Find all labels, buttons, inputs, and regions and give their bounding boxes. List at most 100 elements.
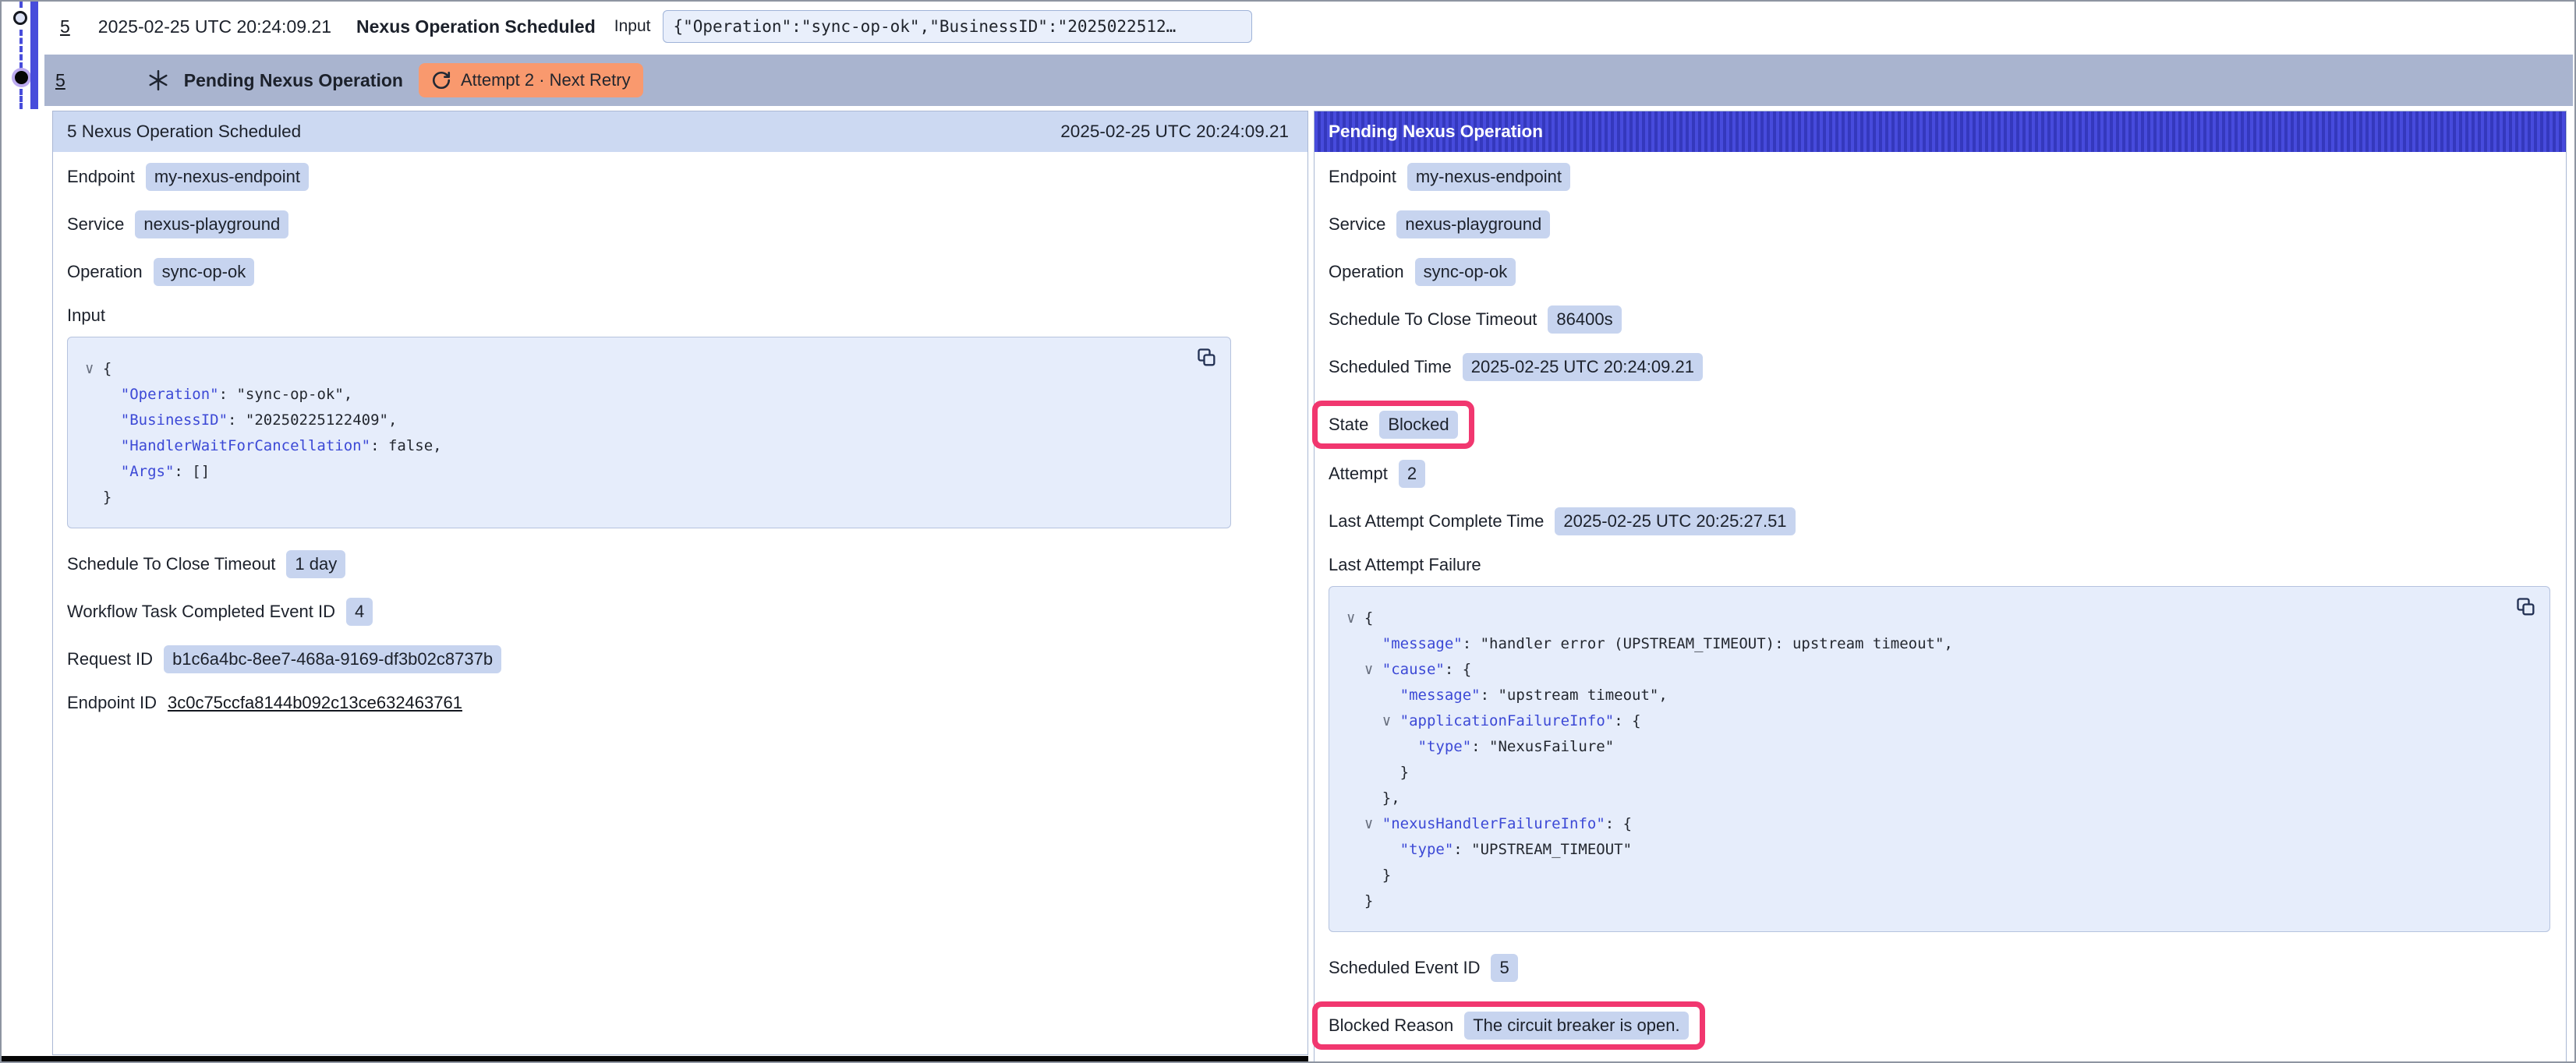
- code-line: }: [1346, 888, 2531, 914]
- collapse-caret-icon[interactable]: ∨: [85, 360, 94, 377]
- field-label: Endpoint: [1329, 167, 1396, 187]
- code-line: ∨ "cause": {: [1346, 657, 2531, 683]
- field-label: Scheduled Event ID: [1329, 958, 1480, 978]
- code-line: }: [1346, 760, 2531, 786]
- field-label: Blocked Reason: [1329, 1015, 1453, 1036]
- scheduled-panel-header: 5 Nexus Operation Scheduled 2025-02-25 U…: [53, 111, 1307, 152]
- failure-json-block: ∨ { "message": "handler error (UPSTREAM_…: [1329, 586, 2550, 932]
- event-row-scheduled[interactable]: 5 2025-02-25 UTC 20:24:09.21 Nexus Opera…: [44, 5, 2571, 48]
- field-label: Attempt: [1329, 464, 1388, 484]
- pending-operation-panel: Pending Nexus Operation Endpoint my-nexus…: [1314, 111, 2567, 1063]
- pending-asterisk-icon: [147, 69, 170, 92]
- code-line: "message": "upstream timeout",: [1346, 683, 2531, 708]
- field-label: Scheduled Time: [1329, 357, 1452, 377]
- code-line: ∨ "nexusHandlerFailureInfo": {: [1346, 811, 2531, 837]
- pending-operation-title: Pending Nexus Operation: [184, 70, 403, 91]
- field-label: Operation: [67, 262, 143, 282]
- field-row: Operation sync-op-ok: [1329, 258, 2550, 286]
- field-label: Service: [1329, 214, 1385, 235]
- code-line: "HandlerWaitForCancellation": false,: [85, 433, 1212, 459]
- viewport-bottom-edge: [2, 1056, 1308, 1062]
- annotation-highlight-box: State Blocked: [1312, 401, 1474, 449]
- field-row: Endpointmy-nexus-endpoint: [67, 163, 1292, 191]
- field-value-badge: 1 day: [286, 550, 345, 578]
- field-label: Service: [67, 214, 124, 235]
- field-label: Workflow Task Completed Event ID: [67, 602, 335, 622]
- retry-badge-label: Attempt 2 · Next Retry: [461, 70, 631, 90]
- event-id-link[interactable]: 5: [55, 70, 65, 91]
- field-value-badge: sync-op-ok: [154, 258, 255, 286]
- timeline-dash: [19, 89, 23, 109]
- field-value-badge: 86400s: [1548, 305, 1621, 334]
- field-row: Service nexus-playground: [1329, 210, 2550, 238]
- code-line: "Args": []: [85, 459, 1212, 485]
- field-label: Schedule To Close Timeout: [67, 554, 275, 574]
- field-value-badge: 2025-02-25 UTC 20:24:09.21: [1463, 353, 1703, 381]
- event-id-link[interactable]: 5: [60, 16, 70, 37]
- field-value-badge: Blocked: [1379, 411, 1457, 439]
- pending-panel-title: Pending Nexus Operation: [1329, 122, 1543, 142]
- field-row: Scheduled Event ID 5: [1329, 954, 2550, 982]
- timeline-open-dot-icon: [13, 11, 27, 25]
- retry-icon: [431, 70, 451, 90]
- collapse-caret-icon[interactable]: ∨: [1346, 609, 1355, 627]
- field-row: Schedule To Close Timeout 1 day: [67, 550, 1292, 578]
- retry-attempt-badge: Attempt 2 · Next Retry: [419, 63, 643, 97]
- code-line: "type": "NexusFailure": [1346, 734, 2531, 760]
- field-row: Schedule To Close Timeout 86400s: [1329, 305, 2550, 334]
- code-line: ∨ {: [85, 356, 1212, 382]
- field-value-badge: 5: [1491, 954, 1517, 982]
- field-value-badge: nexus-playground: [1396, 210, 1550, 238]
- field-label: Request ID: [67, 649, 153, 669]
- event-row-pending[interactable]: 5 Pending Nexus Operation Attempt 2 · Ne…: [44, 55, 2573, 106]
- pending-panel-header: Pending Nexus Operation: [1315, 111, 2566, 152]
- field-row: Request ID b1c6a4bc-8ee7-468a-9169-df3b02…: [67, 645, 1292, 673]
- field-row: Attempt 2: [1329, 460, 2550, 488]
- field-row: Blocked ReasonThe circuit breaker is ope…: [1312, 1001, 2550, 1050]
- timeline-active-bar: [30, 2, 38, 109]
- field-value-badge: b1c6a4bc-8ee7-468a-9169-df3b02c8737b: [164, 645, 501, 673]
- field-row: Endpoint my-nexus-endpoint: [1329, 163, 2550, 191]
- field-row: Operation sync-op-ok: [67, 258, 1292, 286]
- input-section-label: Input: [67, 305, 1292, 326]
- field-label: Endpoint ID: [67, 693, 157, 713]
- scheduled-panel-title: 5 Nexus Operation Scheduled: [67, 122, 301, 142]
- input-preview-box[interactable]: {"Operation":"sync-op-ok","BusinessID":"…: [663, 10, 1252, 43]
- scheduled-panel-timestamp: 2025-02-25 UTC 20:24:09.21: [1060, 122, 1289, 142]
- field-value-badge: my-nexus-endpoint: [1407, 163, 1570, 191]
- code-line: ∨ "applicationFailureInfo": {: [1346, 708, 2531, 734]
- code-line: }: [1346, 863, 2531, 888]
- code-line: "message": "handler error (UPSTREAM_TIME…: [1346, 631, 2531, 657]
- field-value-link[interactable]: 3c0c75ccfa8144b092c13ce632463761: [168, 693, 462, 713]
- input-label: Input: [614, 17, 651, 36]
- field-row: Service nexus-playground: [67, 210, 1292, 238]
- code-line: "BusinessID": "20250225122409",: [85, 408, 1212, 433]
- field-value-badge: sync-op-ok: [1415, 258, 1516, 286]
- code-line: }: [85, 485, 1212, 510]
- field-label: Endpoint: [67, 167, 135, 187]
- field-label: Last Attempt Complete Time: [1329, 511, 1544, 532]
- collapse-caret-icon[interactable]: ∨: [1364, 661, 1373, 678]
- failure-section-label: Last Attempt Failure: [1329, 555, 2550, 575]
- field-row: Workflow Task Completed Event ID 4: [67, 598, 1292, 626]
- field-value-badge: nexus-playground: [135, 210, 288, 238]
- event-timestamp: 2025-02-25 UTC 20:24:09.21: [98, 16, 331, 37]
- code-line: "type": "UPSTREAM_TIMEOUT": [1346, 837, 2531, 863]
- timeline-dash: [19, 2, 23, 8]
- code-line: ∨ {: [1346, 606, 2531, 631]
- copy-button[interactable]: [1196, 347, 1218, 369]
- field-value-badge: 4: [346, 598, 373, 626]
- copy-button[interactable]: [2515, 596, 2537, 618]
- field-label: State: [1329, 415, 1368, 435]
- code-line: },: [1346, 786, 2531, 811]
- copy-icon: [1196, 347, 1218, 369]
- scheduled-event-panel: 5 Nexus Operation Scheduled 2025-02-25 U…: [52, 111, 1308, 1055]
- field-value-badge: 2: [1399, 460, 1425, 488]
- field-label: Schedule To Close Timeout: [1329, 309, 1537, 330]
- workflow-history-screen: 5 2025-02-25 UTC 20:24:09.21 Nexus Opera…: [0, 0, 2576, 1063]
- input-json-block: ∨ { "Operation": "sync-op-ok", "Business…: [67, 337, 1231, 528]
- field-label: Operation: [1329, 262, 1404, 282]
- field-row: Last Attempt Complete Time2025-02-25 UTC…: [1329, 507, 2550, 535]
- collapse-caret-icon[interactable]: ∨: [1382, 712, 1391, 729]
- collapse-caret-icon[interactable]: ∨: [1364, 815, 1373, 832]
